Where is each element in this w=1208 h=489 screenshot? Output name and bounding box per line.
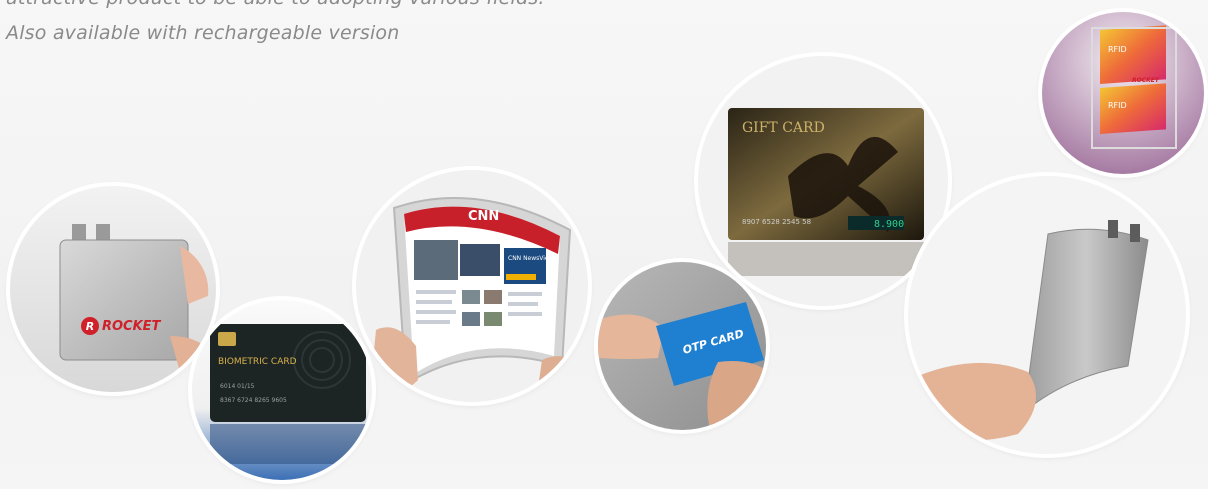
rocket-logo-text: ROCKET — [102, 319, 162, 334]
cnn-logo-text: CNN — [468, 209, 499, 224]
biometric-card-photo: BIOMETRIC CARD 6014 01/15 8367 6724 8265… — [192, 300, 372, 480]
gift-card-number: 8907 6528 2545 58 — [742, 218, 811, 226]
flexible-display-photo: CNN CNN NewsView — [356, 170, 588, 402]
svg-text:R: R — [86, 320, 94, 333]
rfid-label-2: RFID — [1108, 101, 1127, 110]
rfid-tag-photo: RFID RFID ROCKET — [1042, 12, 1204, 174]
rfid-label-1: RFID — [1108, 45, 1127, 54]
biometric-card-title: BIOMETRIC CARD — [218, 357, 297, 367]
biometric-card-number: 8367 6724 8265 9605 — [220, 397, 287, 404]
pouch-battery-photo: R ROCKET — [10, 186, 216, 392]
gift-card-title: GIFT CARD — [742, 120, 825, 136]
cnn-side-title: CNN NewsView — [508, 255, 554, 262]
caption-line-1: attractive product to be able to adoptin… — [6, 0, 545, 9]
gift-card-photo: GIFT CARD 8907 6528 2545 58 8.900 — [698, 56, 948, 306]
otp-card-photo: OTP CARD — [598, 262, 766, 430]
rfid-rocket-logo: ROCKET — [1132, 77, 1160, 84]
gift-card-display: 8.900 — [874, 219, 904, 230]
biometric-card-line: 6014 01/15 — [220, 383, 255, 390]
flexible-battery-photo — [908, 176, 1186, 454]
caption-line-2: Also available with rechargeable version — [6, 22, 400, 44]
